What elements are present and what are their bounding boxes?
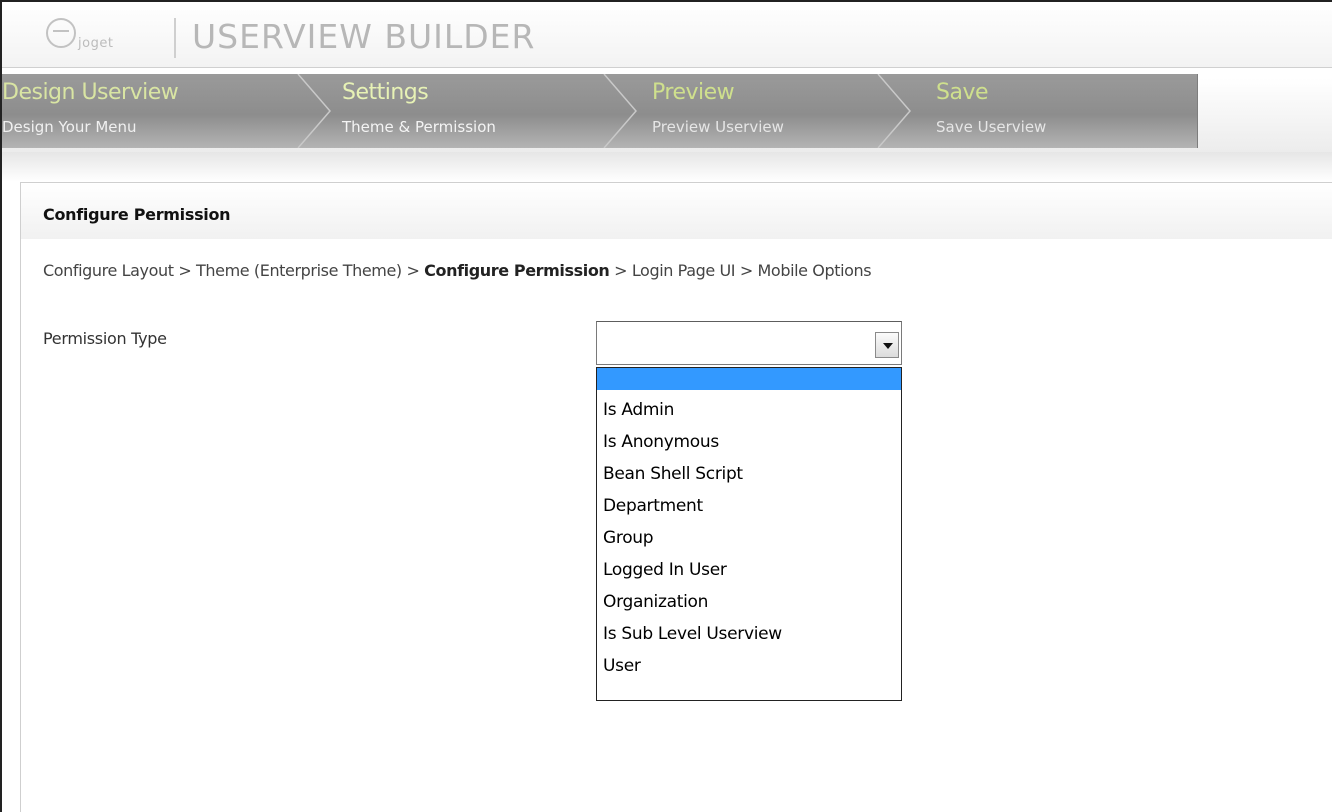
step-title: Settings	[342, 80, 429, 105]
step-settings[interactable]: Settings Theme & Permission	[342, 74, 622, 148]
wizard-steps: Design Userview Design Your Menu Setting…	[2, 70, 1332, 152]
option-is-anonymous[interactable]: Is Anonymous	[597, 428, 901, 456]
permission-panel: Configure Permission Configure Layout > …	[20, 182, 1332, 812]
step-subtitle: Preview Userview	[652, 118, 784, 136]
option-organization[interactable]: Organization	[597, 588, 901, 616]
header-divider	[174, 18, 176, 58]
permission-type-dropdown: Is Admin Is Anonymous Bean Shell Script …	[596, 367, 902, 701]
step-separator-arrow	[600, 74, 640, 148]
breadcrumb-login-page-ui[interactable]: Login Page UI	[632, 261, 736, 280]
logo-text: joget	[78, 36, 114, 51]
chevron-down-icon[interactable]	[875, 332, 899, 358]
option-bean-shell-script[interactable]: Bean Shell Script	[597, 460, 901, 488]
step-title: Preview	[652, 80, 735, 105]
step-preview[interactable]: Preview Preview Userview	[652, 74, 902, 148]
breadcrumb-configure-permission: Configure Permission	[424, 261, 610, 280]
breadcrumb-theme[interactable]: Theme (Enterprise Theme)	[196, 261, 402, 280]
option-empty[interactable]	[597, 368, 901, 390]
joget-logo[interactable]: joget	[44, 16, 176, 60]
option-user[interactable]: User	[597, 652, 901, 680]
option-is-sub-level-userview[interactable]: Is Sub Level Userview	[597, 620, 901, 648]
wizard-shadow	[2, 152, 1332, 182]
option-is-admin[interactable]: Is Admin	[597, 396, 901, 424]
step-title: Save	[936, 80, 989, 105]
step-design-userview[interactable]: Design Userview Design Your Menu	[2, 74, 302, 148]
breadcrumb-separator: >	[739, 261, 753, 280]
app-header: joget USERVIEW BUILDER	[2, 2, 1332, 68]
breadcrumb-configure-layout[interactable]: Configure Layout	[43, 261, 174, 280]
permission-type-label: Permission Type	[43, 329, 167, 348]
breadcrumb-separator: >	[178, 261, 192, 280]
step-subtitle: Theme & Permission	[342, 118, 496, 136]
app-title: USERVIEW BUILDER	[192, 17, 536, 56]
step-separator-arrow	[874, 74, 914, 148]
permission-type-select[interactable]	[596, 321, 902, 365]
breadcrumb-mobile-options[interactable]: Mobile Options	[758, 261, 872, 280]
step-separator-arrow	[294, 74, 334, 148]
step-title: Design Userview	[2, 80, 179, 105]
option-logged-in-user[interactable]: Logged In User	[597, 556, 901, 584]
option-department[interactable]: Department	[597, 492, 901, 520]
step-subtitle: Save Userview	[936, 118, 1047, 136]
panel-title: Configure Permission	[43, 205, 231, 224]
step-subtitle: Design Your Menu	[2, 118, 137, 136]
breadcrumb-separator: >	[406, 261, 420, 280]
breadcrumb-separator: >	[614, 261, 628, 280]
joget-logo-icon	[46, 18, 76, 48]
step-save[interactable]: Save Save Userview	[936, 74, 1136, 148]
breadcrumb: Configure Layout > Theme (Enterprise The…	[43, 261, 872, 280]
panel-header: Configure Permission	[21, 183, 1332, 239]
option-group[interactable]: Group	[597, 524, 901, 552]
